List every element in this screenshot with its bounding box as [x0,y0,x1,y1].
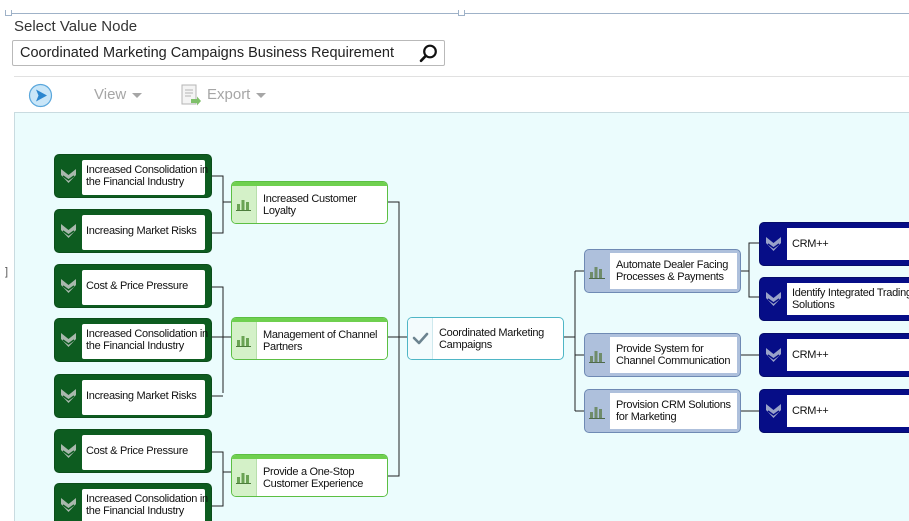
solution-label: CRM++ [792,238,829,250]
driver-node[interactable]: Cost & Price Pressure [54,264,212,308]
diagram-toolbar: View Export [14,76,909,113]
collapse-handle[interactable]: ] [5,266,8,278]
value-node-search-field[interactable]: Coordinated Marketing Campaigns Business… [12,40,445,66]
chevron-shield-icon [766,404,781,418]
chevron-shield-icon [61,279,76,293]
process-node[interactable]: Automate Dealer Facing Processes & Payme… [584,249,741,293]
chevron-shield-icon [61,169,76,183]
solution-label: CRM++ [792,405,829,417]
goal-node[interactable]: Management of Channel Partners [231,317,388,360]
solution-node[interactable]: CRM++ [759,222,909,266]
process-label: Automate Dealer Facing Processes & Payme… [616,259,729,283]
bar-chart-icon [236,335,251,347]
chevron-shield-icon [766,292,781,306]
driver-node[interactable]: Increasing Market Risks [54,374,212,418]
driver-node[interactable]: Cost & Price Pressure [54,429,212,473]
export-menu-label: Export [207,86,251,103]
view-menu-button[interactable]: View [94,86,143,103]
arrow-circle-icon[interactable] [28,83,53,108]
solution-node[interactable]: Identify Integrated Trading Solutions [759,277,909,321]
process-node[interactable]: Provide System for Channel Communication [584,333,741,377]
driver-label: Increased Consolidation in the Financial… [86,328,208,352]
chevron-shield-icon [766,237,781,251]
chevron-shield-icon [61,333,76,347]
goal-node[interactable]: Provide a One-Stop Customer Experience [231,454,388,497]
driver-label: Cost & Price Pressure [86,280,188,292]
search-icon[interactable] [418,43,439,64]
process-label: Provision CRM Solutions for Marketing [616,399,731,423]
chevron-shield-icon [766,348,781,362]
process-label: Provide System for Channel Communication [616,343,731,367]
panel-split-marker [458,10,465,16]
bar-chart-icon [236,472,251,484]
driver-label: Increasing Market Risks [86,390,197,402]
chevron-shield-icon [61,389,76,403]
goal-label: Increased Customer Loyalty [263,192,357,217]
driver-label: Cost & Price Pressure [86,445,188,457]
chevron-down-icon [132,92,143,98]
driver-node[interactable]: Increased Consolidation in the Financial… [54,483,212,521]
driver-label: Increasing Market Risks [86,225,197,237]
driver-node[interactable]: Increasing Market Risks [54,209,212,253]
checkmark-icon [412,332,429,344]
panel-corner-marker [5,10,12,16]
export-document-icon [181,84,201,106]
select-value-node-label: Select Value Node [14,18,138,35]
value-tree-canvas: Increased Consolidation in the Financial… [14,112,909,521]
driver-label: Increased Consolidation in the Financial… [86,164,208,188]
solution-label: CRM++ [792,349,829,361]
solution-node[interactable]: CRM++ [759,389,909,433]
driver-node[interactable]: Increased Consolidation in the Financial… [54,154,212,198]
goal-node[interactable]: Increased Customer Loyalty [231,181,388,224]
chevron-down-icon [256,92,267,98]
goal-label: Provide a One-Stop Customer Experience [263,465,364,490]
driver-label: Increased Consolidation in the Financial… [86,493,208,517]
root-value-node[interactable]: Coordinated Marketing Campaigns [407,317,564,360]
bar-chart-icon [589,407,605,419]
value-node-search-value[interactable]: Coordinated Marketing Campaigns Business… [20,45,394,61]
chevron-shield-icon [61,224,76,238]
chevron-shield-icon [61,498,76,512]
solution-node[interactable]: CRM++ [759,333,909,377]
export-menu-button[interactable]: Export [180,83,280,109]
solution-label: Identify Integrated Trading Solutions [792,287,909,311]
goal-label: Management of Channel Partners [263,328,378,353]
bar-chart-icon [589,267,605,279]
bar-chart-icon [589,351,605,363]
driver-node[interactable]: Increased Consolidation in the Financial… [54,318,212,362]
bar-chart-icon [236,199,251,211]
process-node[interactable]: Provision CRM Solutions for Marketing [584,389,741,433]
root-label: Coordinated Marketing Campaigns [439,326,544,351]
view-menu-label: View [94,86,127,103]
chevron-shield-icon [61,444,76,458]
